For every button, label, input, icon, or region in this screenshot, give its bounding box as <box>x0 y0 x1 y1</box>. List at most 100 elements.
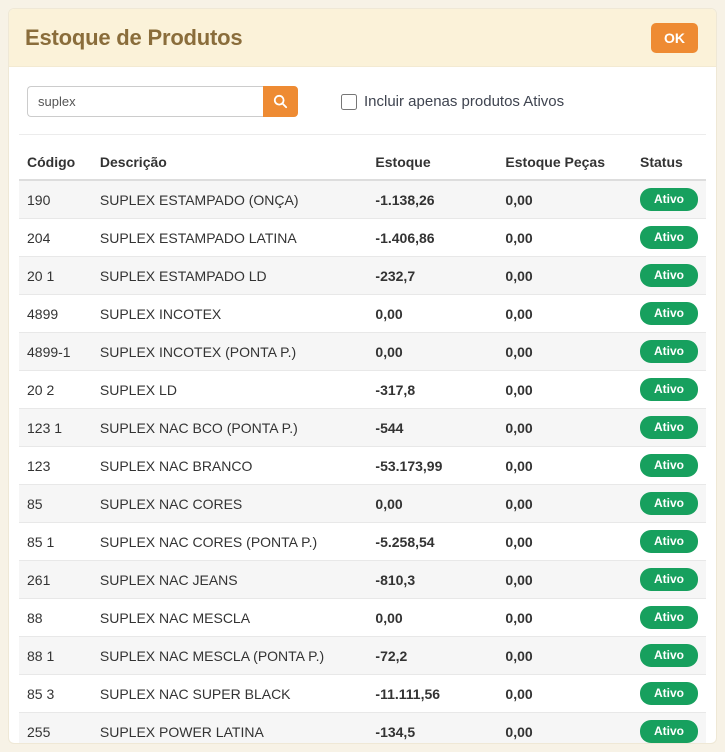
cell-descricao: SUPLEX INCOTEX <box>92 295 368 333</box>
status-badge: Ativo <box>640 378 698 401</box>
table-header-row: Código Descrição Estoque Estoque Peças S… <box>19 148 706 180</box>
cell-codigo: 88 <box>19 599 92 637</box>
ativos-filter: Incluir apenas produtos Ativos <box>341 93 564 110</box>
cell-status: Ativo <box>632 409 706 447</box>
ativos-checkbox[interactable] <box>341 94 357 110</box>
cell-descricao: SUPLEX NAC BCO (PONTA P.) <box>92 409 368 447</box>
cell-estoque: -134,5 <box>367 713 497 745</box>
table-row[interactable]: 4899 SUPLEX INCOTEX 0,00 0,00 Ativo <box>19 295 706 333</box>
cell-status: Ativo <box>632 713 706 745</box>
table-row[interactable]: 88 SUPLEX NAC MESCLA 0,00 0,00 Ativo <box>19 599 706 637</box>
cell-estoque: -1.406,86 <box>367 219 497 257</box>
cell-descricao: SUPLEX ESTAMPADO LATINA <box>92 219 368 257</box>
cell-estoque-pecas: 0,00 <box>497 409 632 447</box>
cell-estoque: -11.111,56 <box>367 675 497 713</box>
cell-codigo: 88 1 <box>19 637 92 675</box>
cell-status: Ativo <box>632 485 706 523</box>
table-row[interactable]: 85 3 SUPLEX NAC SUPER BLACK -11.111,56 0… <box>19 675 706 713</box>
status-badge: Ativo <box>640 188 698 211</box>
cell-status: Ativo <box>632 523 706 561</box>
cell-status: Ativo <box>632 371 706 409</box>
cell-codigo: 85 3 <box>19 675 92 713</box>
table-row[interactable]: 190 SUPLEX ESTAMPADO (ONÇA) -1.138,26 0,… <box>19 180 706 219</box>
cell-descricao: SUPLEX INCOTEX (PONTA P.) <box>92 333 368 371</box>
table-row[interactable]: 123 1 SUPLEX NAC BCO (PONTA P.) -544 0,0… <box>19 409 706 447</box>
cell-codigo: 85 <box>19 485 92 523</box>
cell-estoque-pecas: 0,00 <box>497 295 632 333</box>
cell-status: Ativo <box>632 637 706 675</box>
cell-descricao: SUPLEX ESTAMPADO (ONÇA) <box>92 180 368 219</box>
table-row[interactable]: 123 SUPLEX NAC BRANCO -53.173,99 0,00 At… <box>19 447 706 485</box>
panel-body: Incluir apenas produtos Ativos Código De… <box>9 67 716 744</box>
table-row[interactable]: 20 1 SUPLEX ESTAMPADO LD -232,7 0,00 Ati… <box>19 257 706 295</box>
cell-estoque-pecas: 0,00 <box>497 675 632 713</box>
table-body: 190 SUPLEX ESTAMPADO (ONÇA) -1.138,26 0,… <box>19 180 706 744</box>
cell-codigo: 261 <box>19 561 92 599</box>
status-badge: Ativo <box>640 264 698 287</box>
cell-estoque-pecas: 0,00 <box>497 713 632 745</box>
cell-estoque-pecas: 0,00 <box>497 447 632 485</box>
search-button[interactable] <box>263 86 298 117</box>
panel-header: Estoque de Produtos OK <box>9 9 716 67</box>
cell-estoque: -53.173,99 <box>367 447 497 485</box>
cell-descricao: SUPLEX NAC CORES <box>92 485 368 523</box>
cell-descricao: SUPLEX POWER LATINA <box>92 713 368 745</box>
cell-codigo: 255 <box>19 713 92 745</box>
cell-status: Ativo <box>632 295 706 333</box>
cell-codigo: 123 <box>19 447 92 485</box>
cell-estoque: 0,00 <box>367 485 497 523</box>
cell-codigo: 4899 <box>19 295 92 333</box>
status-badge: Ativo <box>640 644 698 667</box>
status-badge: Ativo <box>640 720 698 743</box>
cell-descricao: SUPLEX NAC BRANCO <box>92 447 368 485</box>
cell-codigo: 20 1 <box>19 257 92 295</box>
page-title: Estoque de Produtos <box>25 25 242 51</box>
cell-status: Ativo <box>632 219 706 257</box>
cell-descricao: SUPLEX LD <box>92 371 368 409</box>
status-badge: Ativo <box>640 416 698 439</box>
cell-estoque: -810,3 <box>367 561 497 599</box>
cell-codigo: 4899-1 <box>19 333 92 371</box>
col-header-codigo: Código <box>19 148 92 180</box>
cell-codigo: 190 <box>19 180 92 219</box>
table-row[interactable]: 85 1 SUPLEX NAC CORES (PONTA P.) -5.258,… <box>19 523 706 561</box>
search-icon <box>273 94 288 109</box>
table-row[interactable]: 88 1 SUPLEX NAC MESCLA (PONTA P.) -72,2 … <box>19 637 706 675</box>
cell-codigo: 204 <box>19 219 92 257</box>
cell-estoque-pecas: 0,00 <box>497 257 632 295</box>
products-table: Código Descrição Estoque Estoque Peças S… <box>19 148 706 744</box>
cell-estoque: -1.138,26 <box>367 180 497 219</box>
table-row[interactable]: 85 SUPLEX NAC CORES 0,00 0,00 Ativo <box>19 485 706 523</box>
cell-status: Ativo <box>632 333 706 371</box>
cell-estoque: 0,00 <box>367 333 497 371</box>
cell-codigo: 20 2 <box>19 371 92 409</box>
estoque-produtos-panel: Estoque de Produtos OK Incluir apenas pr <box>8 8 717 744</box>
cell-descricao: SUPLEX NAC MESCLA <box>92 599 368 637</box>
col-header-estoque: Estoque <box>367 148 497 180</box>
cell-descricao: SUPLEX ESTAMPADO LD <box>92 257 368 295</box>
search-section: Incluir apenas produtos Ativos <box>19 67 706 135</box>
cell-codigo: 85 1 <box>19 523 92 561</box>
status-badge: Ativo <box>640 340 698 363</box>
table-row[interactable]: 20 2 SUPLEX LD -317,8 0,00 Ativo <box>19 371 706 409</box>
cell-status: Ativo <box>632 447 706 485</box>
table-row[interactable]: 204 SUPLEX ESTAMPADO LATINA -1.406,86 0,… <box>19 219 706 257</box>
ok-button[interactable]: OK <box>651 23 698 53</box>
status-badge: Ativo <box>640 568 698 591</box>
cell-estoque-pecas: 0,00 <box>497 523 632 561</box>
search-input[interactable] <box>27 86 263 117</box>
status-badge: Ativo <box>640 530 698 553</box>
cell-status: Ativo <box>632 599 706 637</box>
cell-estoque-pecas: 0,00 <box>497 371 632 409</box>
cell-descricao: SUPLEX NAC MESCLA (PONTA P.) <box>92 637 368 675</box>
cell-estoque-pecas: 0,00 <box>497 561 632 599</box>
cell-status: Ativo <box>632 561 706 599</box>
col-header-descricao: Descrição <box>92 148 368 180</box>
table-row[interactable]: 255 SUPLEX POWER LATINA -134,5 0,00 Ativ… <box>19 713 706 745</box>
cell-descricao: SUPLEX NAC SUPER BLACK <box>92 675 368 713</box>
cell-estoque: -232,7 <box>367 257 497 295</box>
search-input-group <box>27 86 298 117</box>
cell-status: Ativo <box>632 257 706 295</box>
table-row[interactable]: 261 SUPLEX NAC JEANS -810,3 0,00 Ativo <box>19 561 706 599</box>
table-row[interactable]: 4899-1 SUPLEX INCOTEX (PONTA P.) 0,00 0,… <box>19 333 706 371</box>
